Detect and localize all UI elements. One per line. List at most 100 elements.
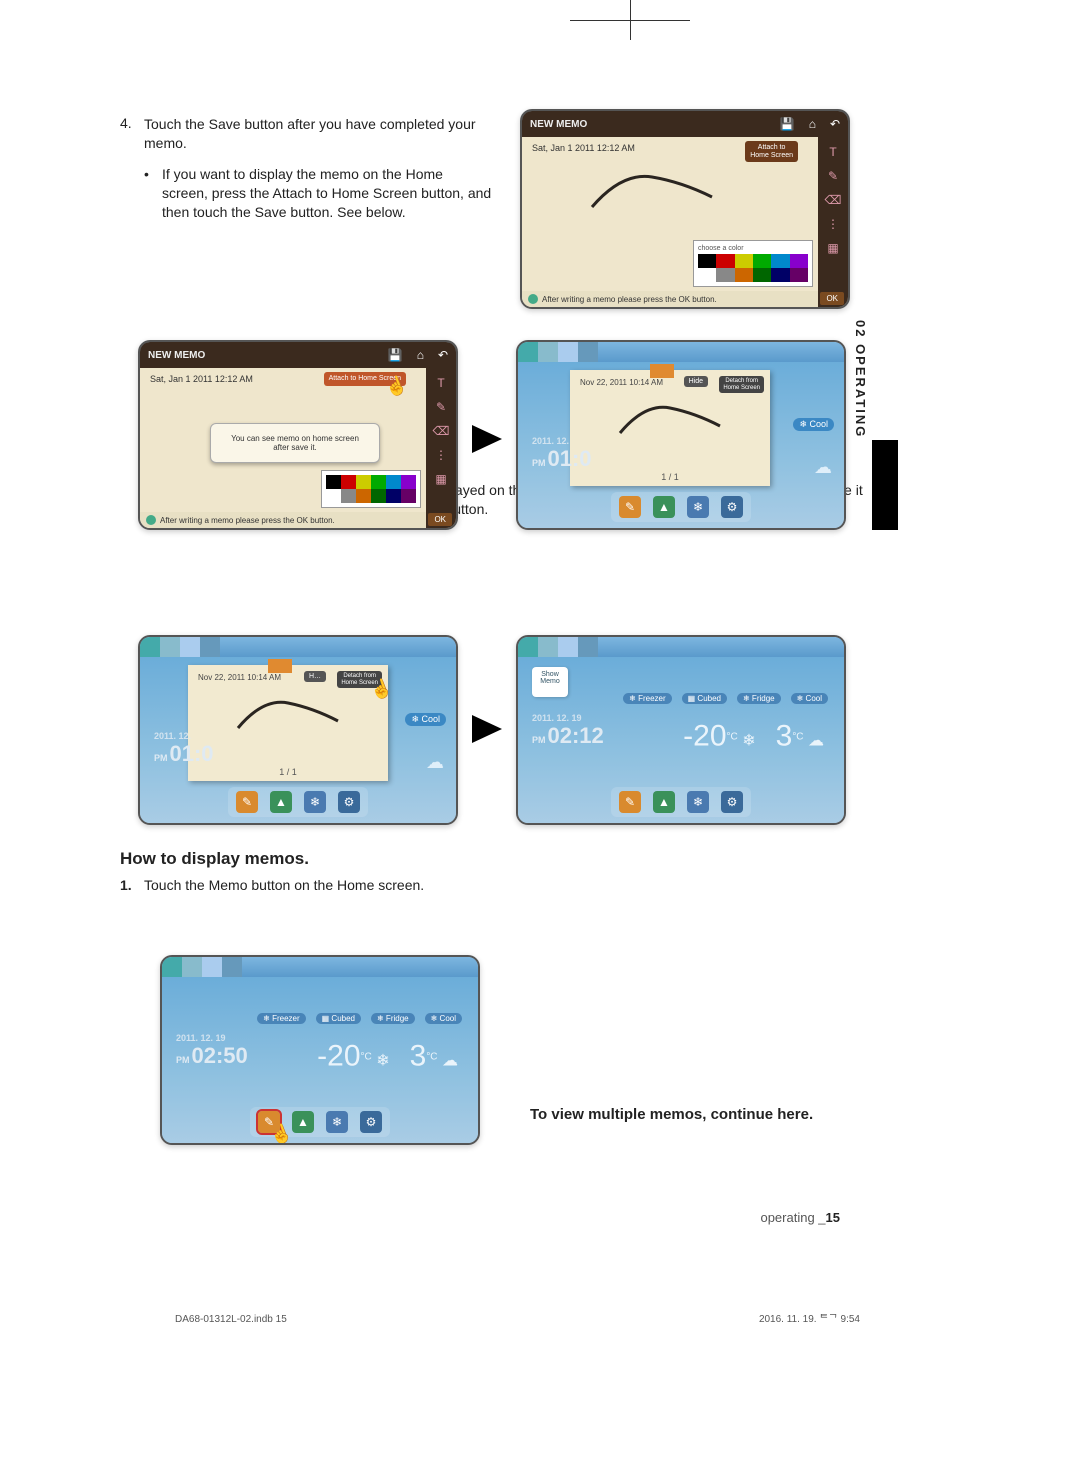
- dock-photos-icon[interactable]: ▲: [653, 496, 675, 518]
- dock-memo-icon[interactable]: ✎: [236, 791, 258, 813]
- text-tool-icon[interactable]: T: [829, 145, 836, 159]
- dock-temp-icon[interactable]: ❄: [687, 791, 709, 813]
- color-swatch[interactable]: [326, 489, 341, 503]
- freezer-badge[interactable]: ❄ Freezer: [623, 693, 672, 704]
- detach-button[interactable]: Detach from Home Screen: [719, 376, 764, 393]
- hide-button[interactable]: H…: [304, 671, 326, 682]
- fridge-badge[interactable]: ❄ Fridge: [371, 1013, 415, 1024]
- show-memo-button[interactable]: Show Memo: [532, 667, 568, 697]
- ok-button[interactable]: OK: [820, 292, 844, 305]
- home-body[interactable]: Nov 22, 2011 10:14 AM Hide Detach from H…: [518, 362, 844, 528]
- dock: ✎ ▲ ❄ ⚙: [228, 787, 368, 817]
- cubed-badge[interactable]: ▦ Cubed: [316, 1013, 361, 1024]
- memo-hint: After writing a memo please press the OK…: [140, 512, 426, 528]
- home-body[interactable]: Show Memo ❄ Freezer ▦ Cubed ❄ Fridge ❄ C…: [518, 657, 844, 823]
- clock: 2011. 12. PM01:0: [154, 731, 214, 767]
- eraser-tool-icon[interactable]: ⌫: [825, 193, 842, 207]
- more-tool-icon[interactable]: ⋮: [827, 217, 839, 231]
- clock-date: 2011. 12. 19: [176, 1033, 248, 1043]
- dock-settings-icon[interactable]: ⚙: [721, 791, 743, 813]
- color-swatch[interactable]: [371, 475, 386, 489]
- color-swatch[interactable]: [341, 489, 356, 503]
- color-swatch[interactable]: [753, 268, 771, 282]
- save-icon[interactable]: 💾: [780, 117, 795, 131]
- home-icon[interactable]: ⌂: [809, 117, 816, 131]
- popup-line2: after save it.: [217, 443, 373, 452]
- attached-memo[interactable]: Nov 22, 2011 10:14 AM H… Detach from Hom…: [188, 665, 388, 781]
- dock-memo-icon[interactable]: ✎: [258, 1111, 280, 1133]
- color-swatch[interactable]: [386, 489, 401, 503]
- color-swatch[interactable]: [401, 489, 416, 503]
- color-swatch[interactable]: [356, 475, 371, 489]
- attach-home-button[interactable]: Attach to Home Screen: [745, 141, 798, 162]
- color-swatch[interactable]: [371, 489, 386, 503]
- popup-line1: You can see memo on home screen: [217, 434, 373, 443]
- cubed-badge[interactable]: ▦ Cubed: [682, 693, 727, 704]
- color-swatch[interactable]: [735, 254, 753, 268]
- memo-tab: [650, 364, 674, 378]
- memo-hint: After writing a memo please press the OK…: [522, 291, 818, 307]
- memo-title: NEW MEMO: [530, 119, 587, 130]
- color-swatch[interactable]: [698, 254, 716, 268]
- color-swatch[interactable]: [790, 254, 808, 268]
- eraser-tool-icon[interactable]: ⌫: [433, 424, 450, 438]
- pen-tool-icon[interactable]: ✎: [436, 400, 446, 414]
- freezer-badge[interactable]: ❄ Freezer: [257, 1013, 306, 1024]
- dock-settings-icon[interactable]: ⚙: [721, 496, 743, 518]
- dock-settings-icon[interactable]: ⚙: [360, 1111, 382, 1133]
- dock-temp-icon[interactable]: ❄: [326, 1111, 348, 1133]
- color-swatch[interactable]: [716, 254, 734, 268]
- memo-note-date: Nov 22, 2011 10:14 AM: [198, 673, 281, 682]
- color-swatch[interactable]: [771, 268, 789, 282]
- clock-date: 2011. 12. 19: [532, 713, 604, 723]
- text-tool-icon[interactable]: T: [437, 376, 444, 390]
- fridge-badge[interactable]: ❄ Fridge: [737, 693, 781, 704]
- ok-button[interactable]: OK: [428, 513, 452, 526]
- home-icon[interactable]: ⌂: [417, 348, 424, 362]
- dock-temp-icon[interactable]: ❄: [304, 791, 326, 813]
- palette-tool-icon[interactable]: ▦: [827, 241, 838, 255]
- dock-memo-icon[interactable]: ✎: [619, 791, 641, 813]
- color-swatch[interactable]: [771, 254, 789, 268]
- hide-button[interactable]: Hide: [684, 376, 708, 387]
- manual-page: 02 OPERATING 4. Touch the Save button af…: [90, 20, 970, 1420]
- color-swatch[interactable]: [356, 489, 371, 503]
- dock-settings-icon[interactable]: ⚙: [338, 791, 360, 813]
- home-body[interactable]: ❄ Freezer ▦ Cubed ❄ Fridge ❄ Cool 2011. …: [162, 977, 478, 1143]
- temperature-display: -20°C ❄ 3°C ☁: [317, 1040, 458, 1074]
- color-swatch[interactable]: [790, 268, 808, 282]
- clock-time: 02:12: [548, 723, 604, 748]
- dock-photos-icon[interactable]: ▲: [292, 1111, 314, 1133]
- memo-canvas[interactable]: Sat, Jan 1 2011 12:12 AM Attach to Home …: [522, 137, 848, 307]
- pen-tool-icon[interactable]: ✎: [828, 169, 838, 183]
- save-icon[interactable]: 💾: [388, 348, 403, 362]
- color-swatch[interactable]: [401, 475, 416, 489]
- save-popup: You can see memo on home screen after sa…: [210, 423, 380, 463]
- palette-tool-icon[interactable]: ▦: [435, 472, 446, 486]
- dock-memo-icon[interactable]: ✎: [619, 496, 641, 518]
- color-swatch[interactable]: [326, 475, 341, 489]
- cool-badge[interactable]: ❄ Cool: [791, 693, 828, 704]
- color-swatch[interactable]: [341, 475, 356, 489]
- clock-time: 02:50: [192, 1043, 248, 1068]
- color-swatch[interactable]: [386, 475, 401, 489]
- back-icon[interactable]: ↶: [438, 348, 448, 362]
- dock-photos-icon[interactable]: ▲: [653, 791, 675, 813]
- color-swatch[interactable]: [716, 268, 734, 282]
- color-swatch[interactable]: [698, 268, 716, 282]
- color-swatch[interactable]: [753, 254, 771, 268]
- back-icon[interactable]: ↶: [830, 117, 840, 131]
- dock-temp-icon[interactable]: ❄: [687, 496, 709, 518]
- color-swatch[interactable]: [735, 268, 753, 282]
- tool-sidebar: T ✎ ⌫ ⋮ ▦: [818, 137, 848, 307]
- memo-canvas[interactable]: Sat, Jan 1 2011 12:12 AM Attach to Home …: [140, 368, 456, 528]
- attach-home-button[interactable]: Attach to Home Screen: [324, 372, 406, 386]
- memo-tab: [268, 659, 292, 673]
- clock: 2011. 12. PM01:0: [532, 436, 592, 472]
- detach-button[interactable]: Detach from Home Screen: [337, 671, 382, 688]
- cool-badge[interactable]: ❄ Cool: [425, 1013, 462, 1024]
- attached-memo[interactable]: Nov 22, 2011 10:14 AM Hide Detach from H…: [570, 370, 770, 486]
- home-body[interactable]: Nov 22, 2011 10:14 AM H… Detach from Hom…: [140, 657, 456, 823]
- dock-photos-icon[interactable]: ▲: [270, 791, 292, 813]
- more-tool-icon[interactable]: ⋮: [435, 448, 447, 462]
